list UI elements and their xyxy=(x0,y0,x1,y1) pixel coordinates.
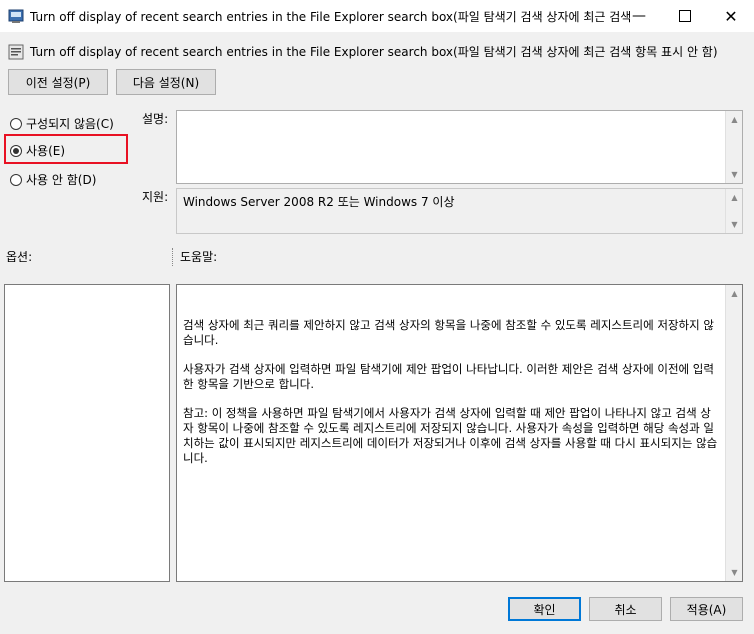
scroll-up-icon[interactable]: ▲ xyxy=(726,285,743,302)
previous-setting-button[interactable]: 이전 설정(P) xyxy=(8,69,108,95)
radio-label: 구성되지 않음(C) xyxy=(26,117,114,131)
help-paragraph: 사용자가 검색 상자에 입력하면 파일 탐색기에 제안 팝업이 나타납니다. 이… xyxy=(183,362,714,391)
help-paragraph: 참고: 이 정책을 사용하면 파일 탐색기에서 사용자가 검색 상자에 입력할 … xyxy=(183,406,718,465)
apply-button[interactable]: 적용(A) xyxy=(670,597,743,621)
minimize-button[interactable]: — xyxy=(616,0,662,32)
window-title: Turn off display of recent search entrie… xyxy=(30,10,630,24)
radio-label: 사용 안 함(D) xyxy=(26,173,97,187)
radio-not-configured[interactable]: 구성되지 않음(C) xyxy=(10,115,114,132)
options-label: 옵션: xyxy=(6,250,33,264)
minimize-icon: — xyxy=(632,8,646,24)
options-panel[interactable] xyxy=(4,284,170,582)
maximize-button[interactable] xyxy=(662,0,708,32)
supported-text: Windows Server 2008 R2 또는 Windows 7 이상 xyxy=(183,195,455,209)
setting-icon xyxy=(8,44,24,60)
supported-scrollbar[interactable]: ▲ ▼ xyxy=(725,189,742,233)
scroll-down-icon[interactable]: ▼ xyxy=(726,564,743,581)
close-button[interactable]: ✕ xyxy=(708,0,754,32)
radio-disabled[interactable]: 사용 안 함(D) xyxy=(10,171,96,188)
setting-title: Turn off display of recent search entrie… xyxy=(30,45,718,59)
supported-field: Windows Server 2008 R2 또는 Windows 7 이상 ▲… xyxy=(176,188,743,234)
supported-label: 지원: xyxy=(142,190,169,204)
radio-label: 사용(E) xyxy=(26,144,66,158)
help-paragraph: 검색 상자에 최근 쿼리를 제안하지 않고 검색 상자의 항목을 나중에 참조할… xyxy=(183,318,714,347)
radio-circle xyxy=(10,117,22,130)
panel-splitter[interactable] xyxy=(172,248,174,266)
close-icon: ✕ xyxy=(724,6,738,26)
help-scrollbar[interactable]: ▲ ▼ xyxy=(725,285,742,581)
scroll-up-icon[interactable]: ▲ xyxy=(726,189,743,206)
title-bar[interactable]: Turn off display of recent search entrie… xyxy=(0,0,754,32)
comment-text xyxy=(177,111,742,117)
policy-app-icon xyxy=(8,9,24,23)
comment-textarea[interactable]: ▲ ▼ xyxy=(176,110,743,184)
help-panel[interactable]: 검색 상자에 최근 쿼리를 제안하지 않고 검색 상자의 항목을 나중에 참조할… xyxy=(176,284,743,582)
radio-circle-selected xyxy=(10,144,22,157)
scroll-down-icon[interactable]: ▼ xyxy=(726,166,743,183)
scroll-down-icon[interactable]: ▼ xyxy=(726,216,743,233)
ok-button[interactable]: 확인 xyxy=(508,597,581,621)
comment-label: 설명: xyxy=(142,112,169,126)
scroll-up-icon[interactable]: ▲ xyxy=(726,111,743,128)
radio-circle xyxy=(10,173,22,186)
next-setting-button[interactable]: 다음 설정(N) xyxy=(116,69,216,95)
radio-enabled[interactable]: 사용(E) xyxy=(10,142,65,159)
help-label: 도움말: xyxy=(180,250,218,264)
comment-scrollbar[interactable]: ▲ ▼ xyxy=(725,111,742,183)
cancel-button[interactable]: 취소 xyxy=(589,597,662,621)
maximize-icon xyxy=(679,10,691,22)
help-content: 검색 상자에 최근 쿼리를 제안하지 않고 검색 상자의 항목을 나중에 참조할… xyxy=(183,318,719,480)
